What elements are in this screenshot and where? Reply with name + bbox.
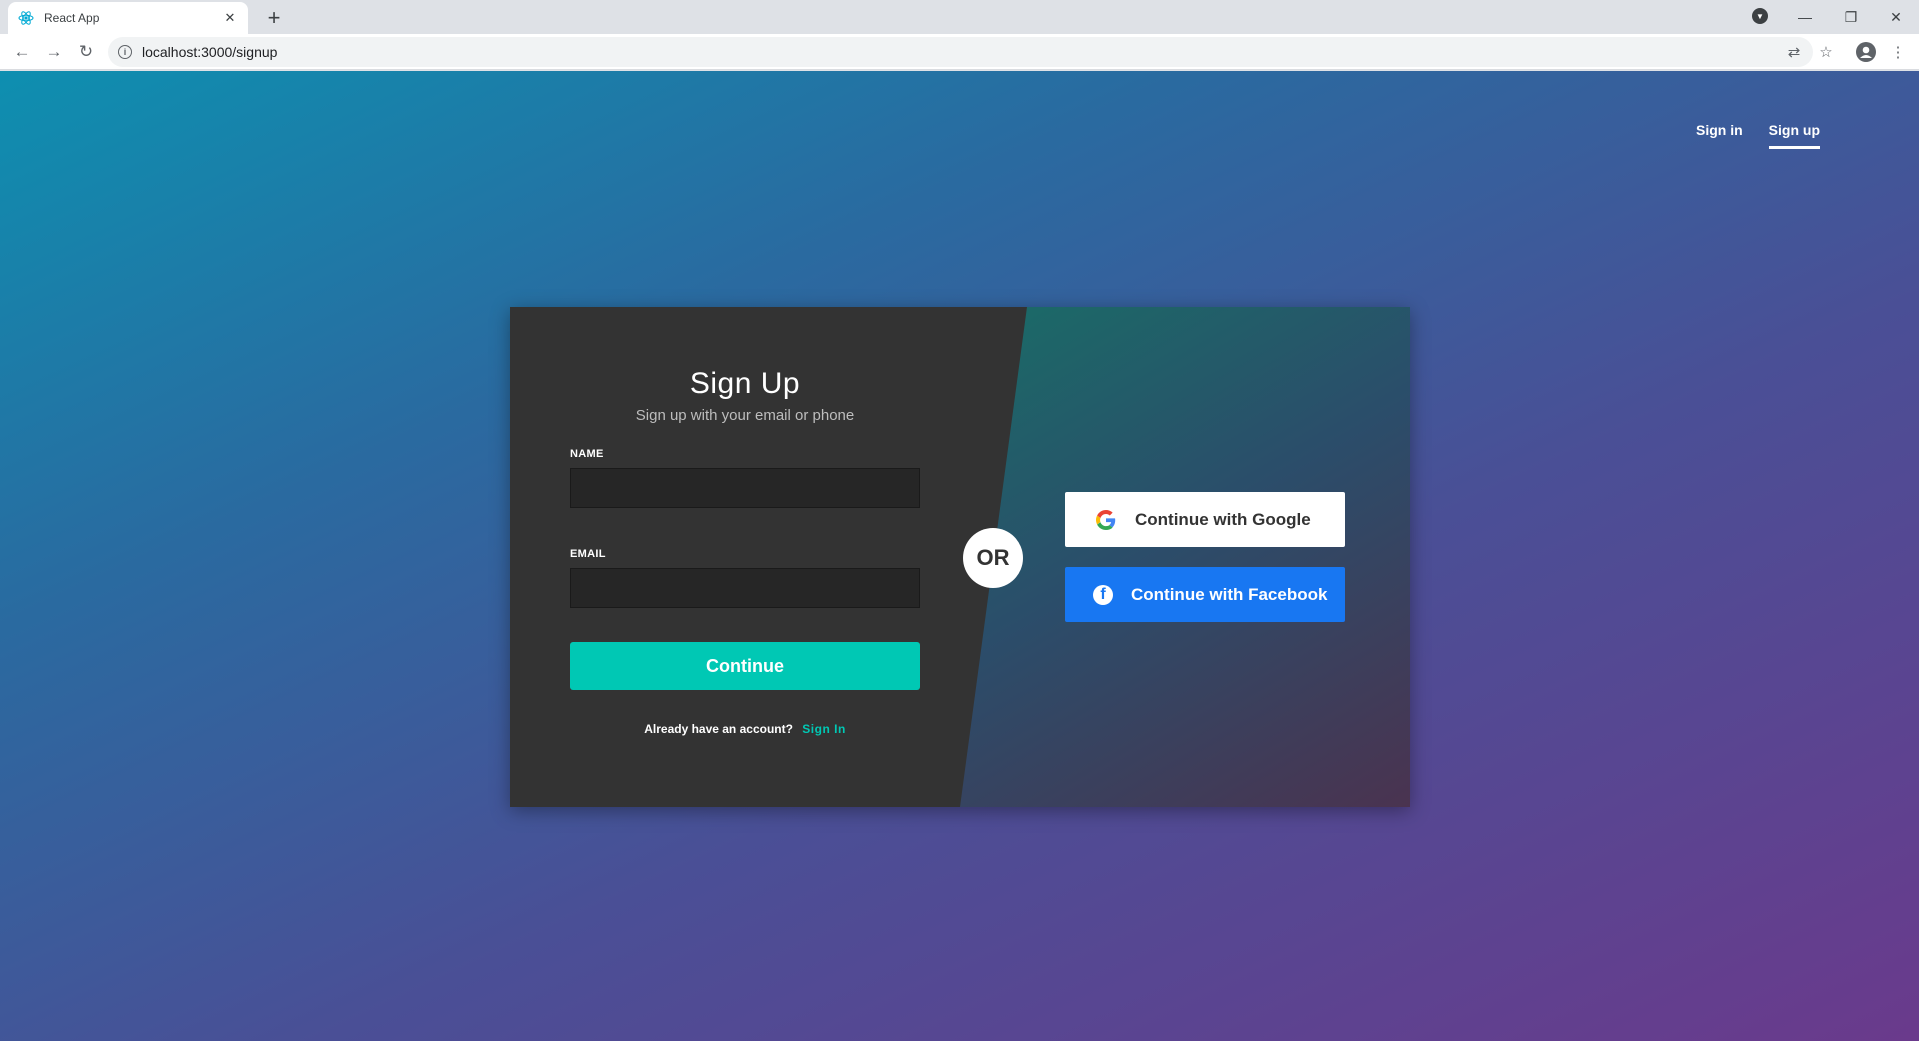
signup-form: Sign Up Sign up with your email or phone… — [570, 307, 920, 736]
account-icon[interactable] — [1852, 38, 1880, 66]
reload-icon[interactable]: ↻ — [72, 38, 100, 66]
star-icon[interactable]: ☆ — [1812, 38, 1840, 66]
react-icon — [18, 10, 34, 26]
form-subtitle: Sign up with your email or phone — [635, 407, 855, 424]
close-icon[interactable]: ✕ — [222, 10, 238, 26]
tab-search-icon[interactable]: ▼ — [1752, 8, 1768, 24]
google-button[interactable]: Continue with Google — [1065, 492, 1345, 547]
top-nav: Sign in Sign up — [1696, 122, 1820, 149]
tab-title: React App — [44, 11, 100, 25]
window-close-icon[interactable]: ✕ — [1873, 0, 1919, 34]
forward-icon[interactable]: → — [40, 38, 68, 66]
continue-button[interactable]: Continue — [570, 642, 920, 690]
plus-icon[interactable]: + — [260, 4, 288, 32]
facebook-icon: f — [1093, 584, 1113, 605]
already-text: Already have an account? — [644, 722, 793, 736]
email-field[interactable] — [570, 568, 920, 608]
translate-icon[interactable]: ⇄ — [1780, 38, 1808, 66]
social-buttons: Continue with Google f Continue with Fac… — [1065, 492, 1345, 622]
url-text: localhost:3000/signup — [142, 44, 278, 60]
already-have-account: Already have an account? Sign In — [570, 722, 920, 736]
facebook-button[interactable]: f Continue with Facebook — [1065, 567, 1345, 622]
browser-tab[interactable]: React App ✕ — [8, 2, 248, 34]
page-background: Sign in Sign up Sign Up Sign up with you… — [0, 71, 1919, 1041]
signin-link[interactable]: Sign In — [802, 722, 846, 736]
nav-signin-link[interactable]: Sign in — [1696, 122, 1743, 149]
email-label: EMAIL — [570, 548, 606, 560]
back-icon[interactable]: ← — [8, 38, 36, 66]
form-title: Sign Up — [689, 367, 801, 400]
tab-strip: React App ✕ + ▼ — ❐ ✕ — [0, 0, 1919, 34]
browser-toolbar: ← → ↻ i localhost:3000/signup ⇄ ☆ ⋮ — [0, 34, 1919, 70]
minimize-icon[interactable]: — — [1782, 0, 1828, 34]
menu-icon[interactable]: ⋮ — [1884, 38, 1912, 66]
facebook-button-label: Continue with Facebook — [1131, 584, 1328, 604]
name-label: NAME — [570, 448, 604, 460]
address-bar[interactable]: i localhost:3000/signup — [108, 37, 1813, 67]
restore-icon[interactable]: ❐ — [1828, 0, 1874, 34]
or-badge: OR — [963, 528, 1023, 588]
nav-signup-link[interactable]: Sign up — [1768, 122, 1820, 149]
signup-card: Sign Up Sign up with your email or phone… — [510, 307, 1410, 807]
google-icon — [1095, 509, 1117, 531]
name-field[interactable] — [570, 468, 920, 508]
google-button-label: Continue with Google — [1135, 509, 1311, 529]
info-icon[interactable]: i — [118, 45, 132, 59]
